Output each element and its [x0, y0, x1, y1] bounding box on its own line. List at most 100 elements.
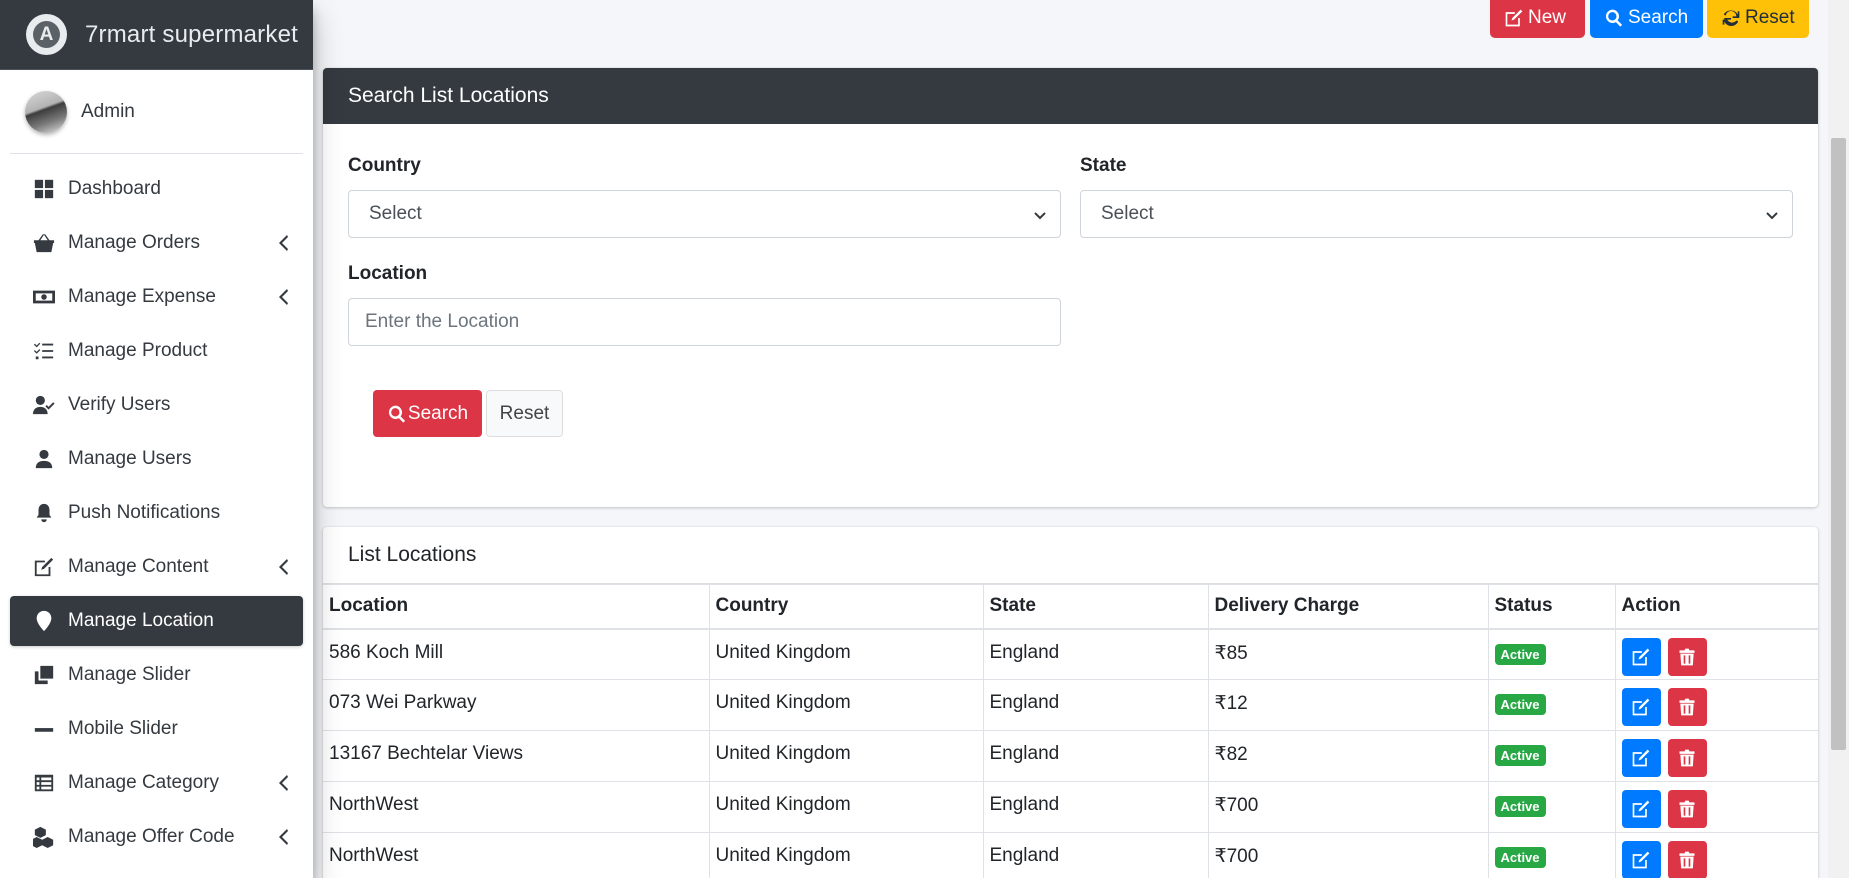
status-badge[interactable]: Active [1494, 694, 1546, 715]
edit-button[interactable] [1621, 841, 1661, 878]
status-badge[interactable]: Active [1494, 847, 1546, 868]
delete-button[interactable] [1667, 688, 1707, 726]
search-button[interactable]: Search [1590, 0, 1703, 38]
cell-country: United Kingdom [708, 781, 984, 833]
search-submit-button[interactable]: Search [373, 390, 482, 437]
sidebar-item-manage-expense[interactable]: Manage Expense [10, 272, 303, 322]
cell-location: 586 Koch Mill [323, 628, 710, 680]
sidebar-item-manage-offer-code[interactable]: Manage Offer Code [10, 812, 303, 862]
list-icon [32, 771, 56, 795]
tasks-icon [32, 339, 56, 363]
reset-button[interactable]: Reset [1707, 0, 1809, 38]
cell-location: 13167 Bechtelar Views [323, 730, 710, 782]
edit-button[interactable] [1621, 637, 1661, 676]
user-check-icon [32, 393, 56, 417]
trash-icon [1679, 648, 1695, 665]
scrollbar-thumb[interactable] [1831, 138, 1846, 750]
avatar [25, 90, 67, 133]
sidebar-item-manage-category[interactable]: Manage Category [10, 758, 303, 808]
table-row: NorthWest United Kingdom England ₹700 Ac… [323, 832, 1818, 878]
user-panel[interactable]: Admin [10, 70, 303, 154]
delete-button[interactable] [1667, 637, 1707, 676]
sidebar-item-verify-users[interactable]: Verify Users [10, 380, 303, 430]
sidebar-item-label: Verify Users [68, 394, 171, 415]
sidebar-item-label: Manage Slider [68, 664, 191, 685]
country-select-value: Select [369, 203, 422, 224]
trash-icon [1679, 851, 1695, 869]
sidebar-item-label: Dashboard [68, 178, 161, 199]
sidebar-item-label: Manage Users [68, 448, 192, 469]
sidebar-item-mobile-slider[interactable]: Mobile Slider [10, 704, 303, 754]
cell-action [1614, 628, 1818, 680]
page-scrollbar[interactable] [1828, 0, 1849, 878]
sidebar-item-dashboard[interactable]: Dashboard [10, 164, 303, 214]
column-header-delivery-charge: Delivery Charge [1207, 584, 1489, 630]
sidebar-item-manage-product[interactable]: Manage Product [10, 326, 303, 376]
delete-button[interactable] [1667, 739, 1707, 777]
cell-location: NorthWest [323, 832, 710, 878]
trash-icon [1679, 698, 1695, 716]
bell-icon [32, 501, 56, 525]
country-label: Country [348, 155, 421, 176]
list-card: List Locations Location Country State De… [323, 527, 1818, 878]
edit-button[interactable] [1621, 790, 1661, 828]
sidebar-item-manage-slider[interactable]: Manage Slider [10, 650, 303, 700]
basket-icon [32, 231, 56, 255]
user-name: Admin [81, 100, 135, 122]
state-select-value: Select [1101, 203, 1154, 224]
search-icon [1605, 9, 1623, 27]
search-icon [388, 405, 405, 423]
sidebar-item-label: Manage Orders [68, 232, 201, 253]
status-badge[interactable]: Active [1494, 643, 1546, 665]
delete-button[interactable] [1667, 790, 1707, 828]
state-label: State [1080, 155, 1127, 176]
sidebar-item-manage-orders[interactable]: Manage Orders [10, 218, 303, 268]
reset-button-label: Reset [1745, 7, 1795, 28]
column-header-location: Location [323, 584, 710, 630]
edit-icon [1505, 9, 1523, 27]
search-button-label: Search [1628, 7, 1689, 28]
cell-action [1614, 730, 1818, 782]
sidebar-nav: Dashboard Manage Orders Manage Expense M… [0, 154, 313, 862]
sidebar-item-push-notifications[interactable]: Push Notifications [10, 488, 303, 538]
edit-button[interactable] [1621, 688, 1661, 726]
chevron-left-icon [277, 774, 291, 792]
chevron-down-icon [1034, 207, 1048, 221]
search-card: Search List Locations Country Select Sta… [323, 68, 1818, 507]
edit-icon [1632, 800, 1650, 818]
brand-logo: A [26, 14, 67, 55]
cell-location: NorthWest [323, 781, 710, 833]
column-header-status: Status [1487, 584, 1616, 630]
chevron-left-icon [277, 288, 291, 306]
brand-link[interactable]: A 7rmart supermarket [0, 0, 313, 70]
location-input[interactable]: Enter the Location [348, 298, 1061, 346]
table-row: 13167 Bechtelar Views United Kingdom Eng… [323, 730, 1818, 782]
status-badge[interactable]: Active [1494, 796, 1546, 817]
reset-form-button[interactable]: Reset [486, 390, 563, 437]
user-icon [32, 447, 56, 471]
edit-button[interactable] [1621, 739, 1661, 777]
sidebar-item-manage-content[interactable]: Manage Content [10, 542, 303, 592]
delete-button[interactable] [1667, 841, 1707, 878]
sidebar-item-manage-users[interactable]: Manage Users [10, 434, 303, 484]
sidebar-item-manage-location[interactable]: Manage Location [10, 596, 303, 646]
column-header-state: State [982, 584, 1209, 630]
edit-icon [1632, 698, 1650, 716]
cell-country: United Kingdom [708, 628, 984, 680]
country-select[interactable]: Select [348, 190, 1061, 238]
cell-state: England [982, 781, 1209, 833]
table-row: 586 Koch Mill United Kingdom England ₹85… [323, 628, 1818, 680]
sidebar-item-label: Mobile Slider [68, 718, 178, 739]
refresh-icon [1722, 10, 1740, 27]
column-header-action: Action [1614, 584, 1818, 630]
status-badge[interactable]: Active [1494, 745, 1546, 766]
new-button-label: New [1528, 7, 1567, 28]
list-card-title: List Locations [323, 527, 1818, 584]
search-card-title: Search List Locations [323, 68, 1818, 124]
new-button[interactable]: New [1490, 0, 1585, 38]
state-select[interactable]: Select [1080, 190, 1793, 238]
cell-action [1614, 679, 1818, 731]
map-marker-icon [32, 609, 56, 633]
brand-name: 7rmart supermarket [85, 20, 298, 48]
cell-status: Active [1487, 730, 1616, 782]
